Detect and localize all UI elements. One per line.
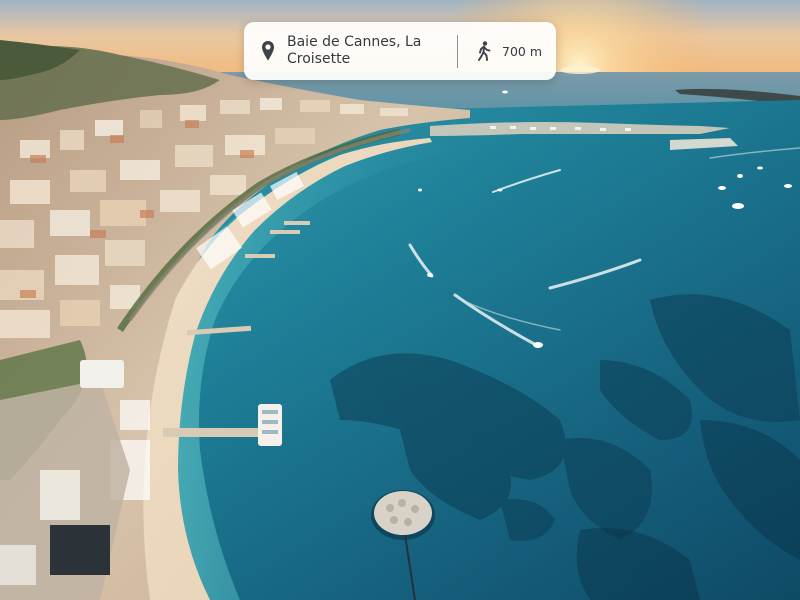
location-card[interactable]: Baie de Cannes, La Croisette 700 m bbox=[244, 22, 556, 80]
place-name: Baie de Cannes, La Croisette bbox=[287, 34, 422, 67]
walking-distance: 700 m bbox=[502, 43, 543, 59]
aerial-photo-view: Baie de Cannes, La Croisette 700 m bbox=[0, 0, 800, 600]
map-pin-icon bbox=[258, 39, 278, 63]
aerial-photo-cannes-bay bbox=[0, 0, 800, 600]
walking-person-icon bbox=[476, 39, 492, 63]
card-divider bbox=[457, 34, 458, 68]
